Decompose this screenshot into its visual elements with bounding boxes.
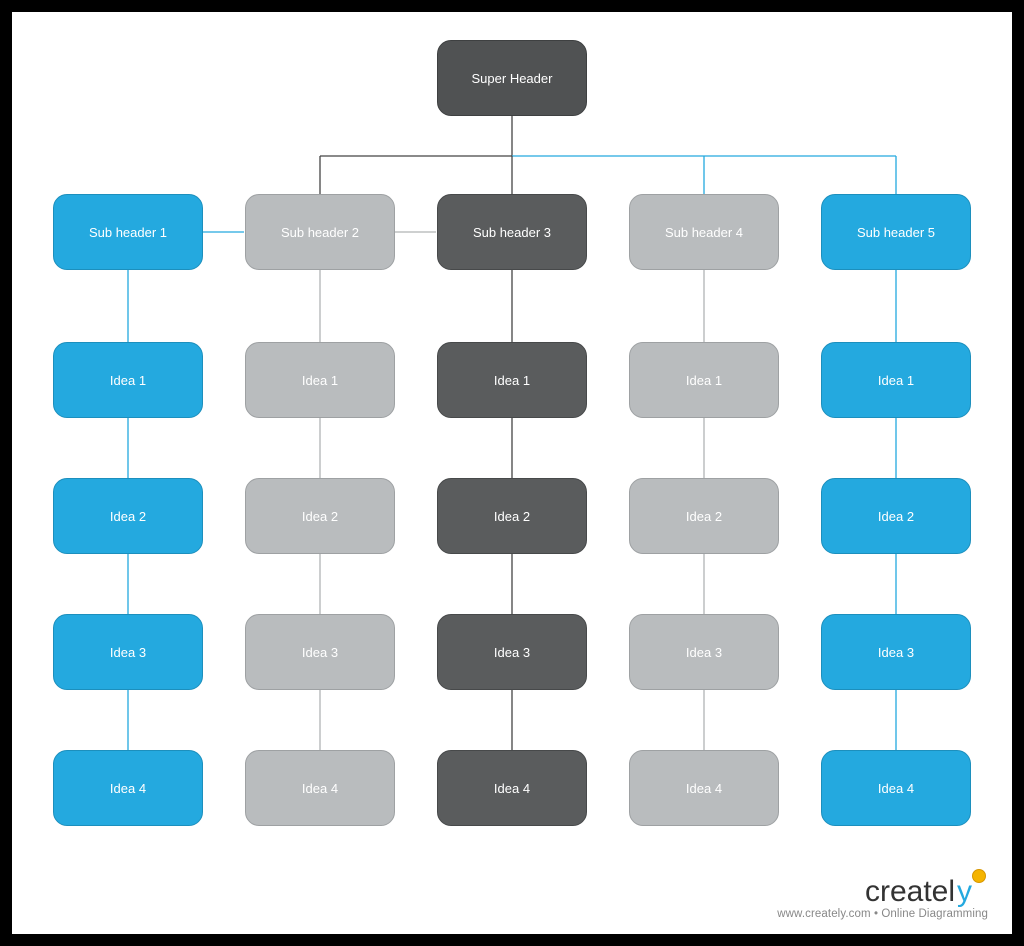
sub-header-4[interactable]: Sub header 4 — [629, 194, 779, 270]
diagram-page: Super Header Sub header 1 Sub header 2 S… — [0, 0, 1024, 946]
super-header-card[interactable]: Super Header — [437, 40, 587, 116]
logo-text-part1: createl — [865, 877, 955, 907]
branding-tagline: www.creately.com • Online Diagramming — [777, 909, 988, 921]
row-sub-headers: Sub header 1 Sub header 2 Sub header 3 S… — [53, 194, 971, 270]
idea-c4-r1[interactable]: Idea 1 — [629, 342, 779, 418]
idea-c4-r2[interactable]: Idea 2 — [629, 478, 779, 554]
idea-c5-r3[interactable]: Idea 3 — [821, 614, 971, 690]
idea-c2-r3[interactable]: Idea 3 — [245, 614, 395, 690]
idea-c1-r2[interactable]: Idea 2 — [53, 478, 203, 554]
lightbulb-icon — [972, 869, 986, 883]
idea-c5-r1[interactable]: Idea 1 — [821, 342, 971, 418]
idea-c5-r4[interactable]: Idea 4 — [821, 750, 971, 826]
row-idea-4: Idea 4 Idea 4 Idea 4 Idea 4 Idea 4 — [53, 750, 971, 826]
idea-c2-r1[interactable]: Idea 1 — [245, 342, 395, 418]
idea-c2-r2[interactable]: Idea 2 — [245, 478, 395, 554]
logo-text-y: y — [957, 877, 972, 907]
idea-c3-r2[interactable]: Idea 2 — [437, 478, 587, 554]
sub-header-1[interactable]: Sub header 1 — [53, 194, 203, 270]
idea-c3-r1[interactable]: Idea 1 — [437, 342, 587, 418]
idea-c3-r3[interactable]: Idea 3 — [437, 614, 587, 690]
sub-header-5[interactable]: Sub header 5 — [821, 194, 971, 270]
idea-c4-r4[interactable]: Idea 4 — [629, 750, 779, 826]
sub-header-3[interactable]: Sub header 3 — [437, 194, 587, 270]
diagram-stack: Super Header Sub header 1 Sub header 2 S… — [12, 12, 1012, 826]
sub-header-2[interactable]: Sub header 2 — [245, 194, 395, 270]
row-super-header: Super Header — [437, 40, 587, 116]
idea-c1-r4[interactable]: Idea 4 — [53, 750, 203, 826]
branding-footer: creately www.creately.com • Online Diagr… — [777, 877, 988, 921]
idea-c1-r3[interactable]: Idea 3 — [53, 614, 203, 690]
idea-c1-r1[interactable]: Idea 1 — [53, 342, 203, 418]
creately-logo: creately — [777, 877, 988, 907]
idea-c5-r2[interactable]: Idea 2 — [821, 478, 971, 554]
row-idea-2: Idea 2 Idea 2 Idea 2 Idea 2 Idea 2 — [53, 478, 971, 554]
idea-c4-r3[interactable]: Idea 3 — [629, 614, 779, 690]
idea-c3-r4[interactable]: Idea 4 — [437, 750, 587, 826]
row-idea-3: Idea 3 Idea 3 Idea 3 Idea 3 Idea 3 — [53, 614, 971, 690]
row-idea-1: Idea 1 Idea 1 Idea 1 Idea 1 Idea 1 — [53, 342, 971, 418]
idea-c2-r4[interactable]: Idea 4 — [245, 750, 395, 826]
